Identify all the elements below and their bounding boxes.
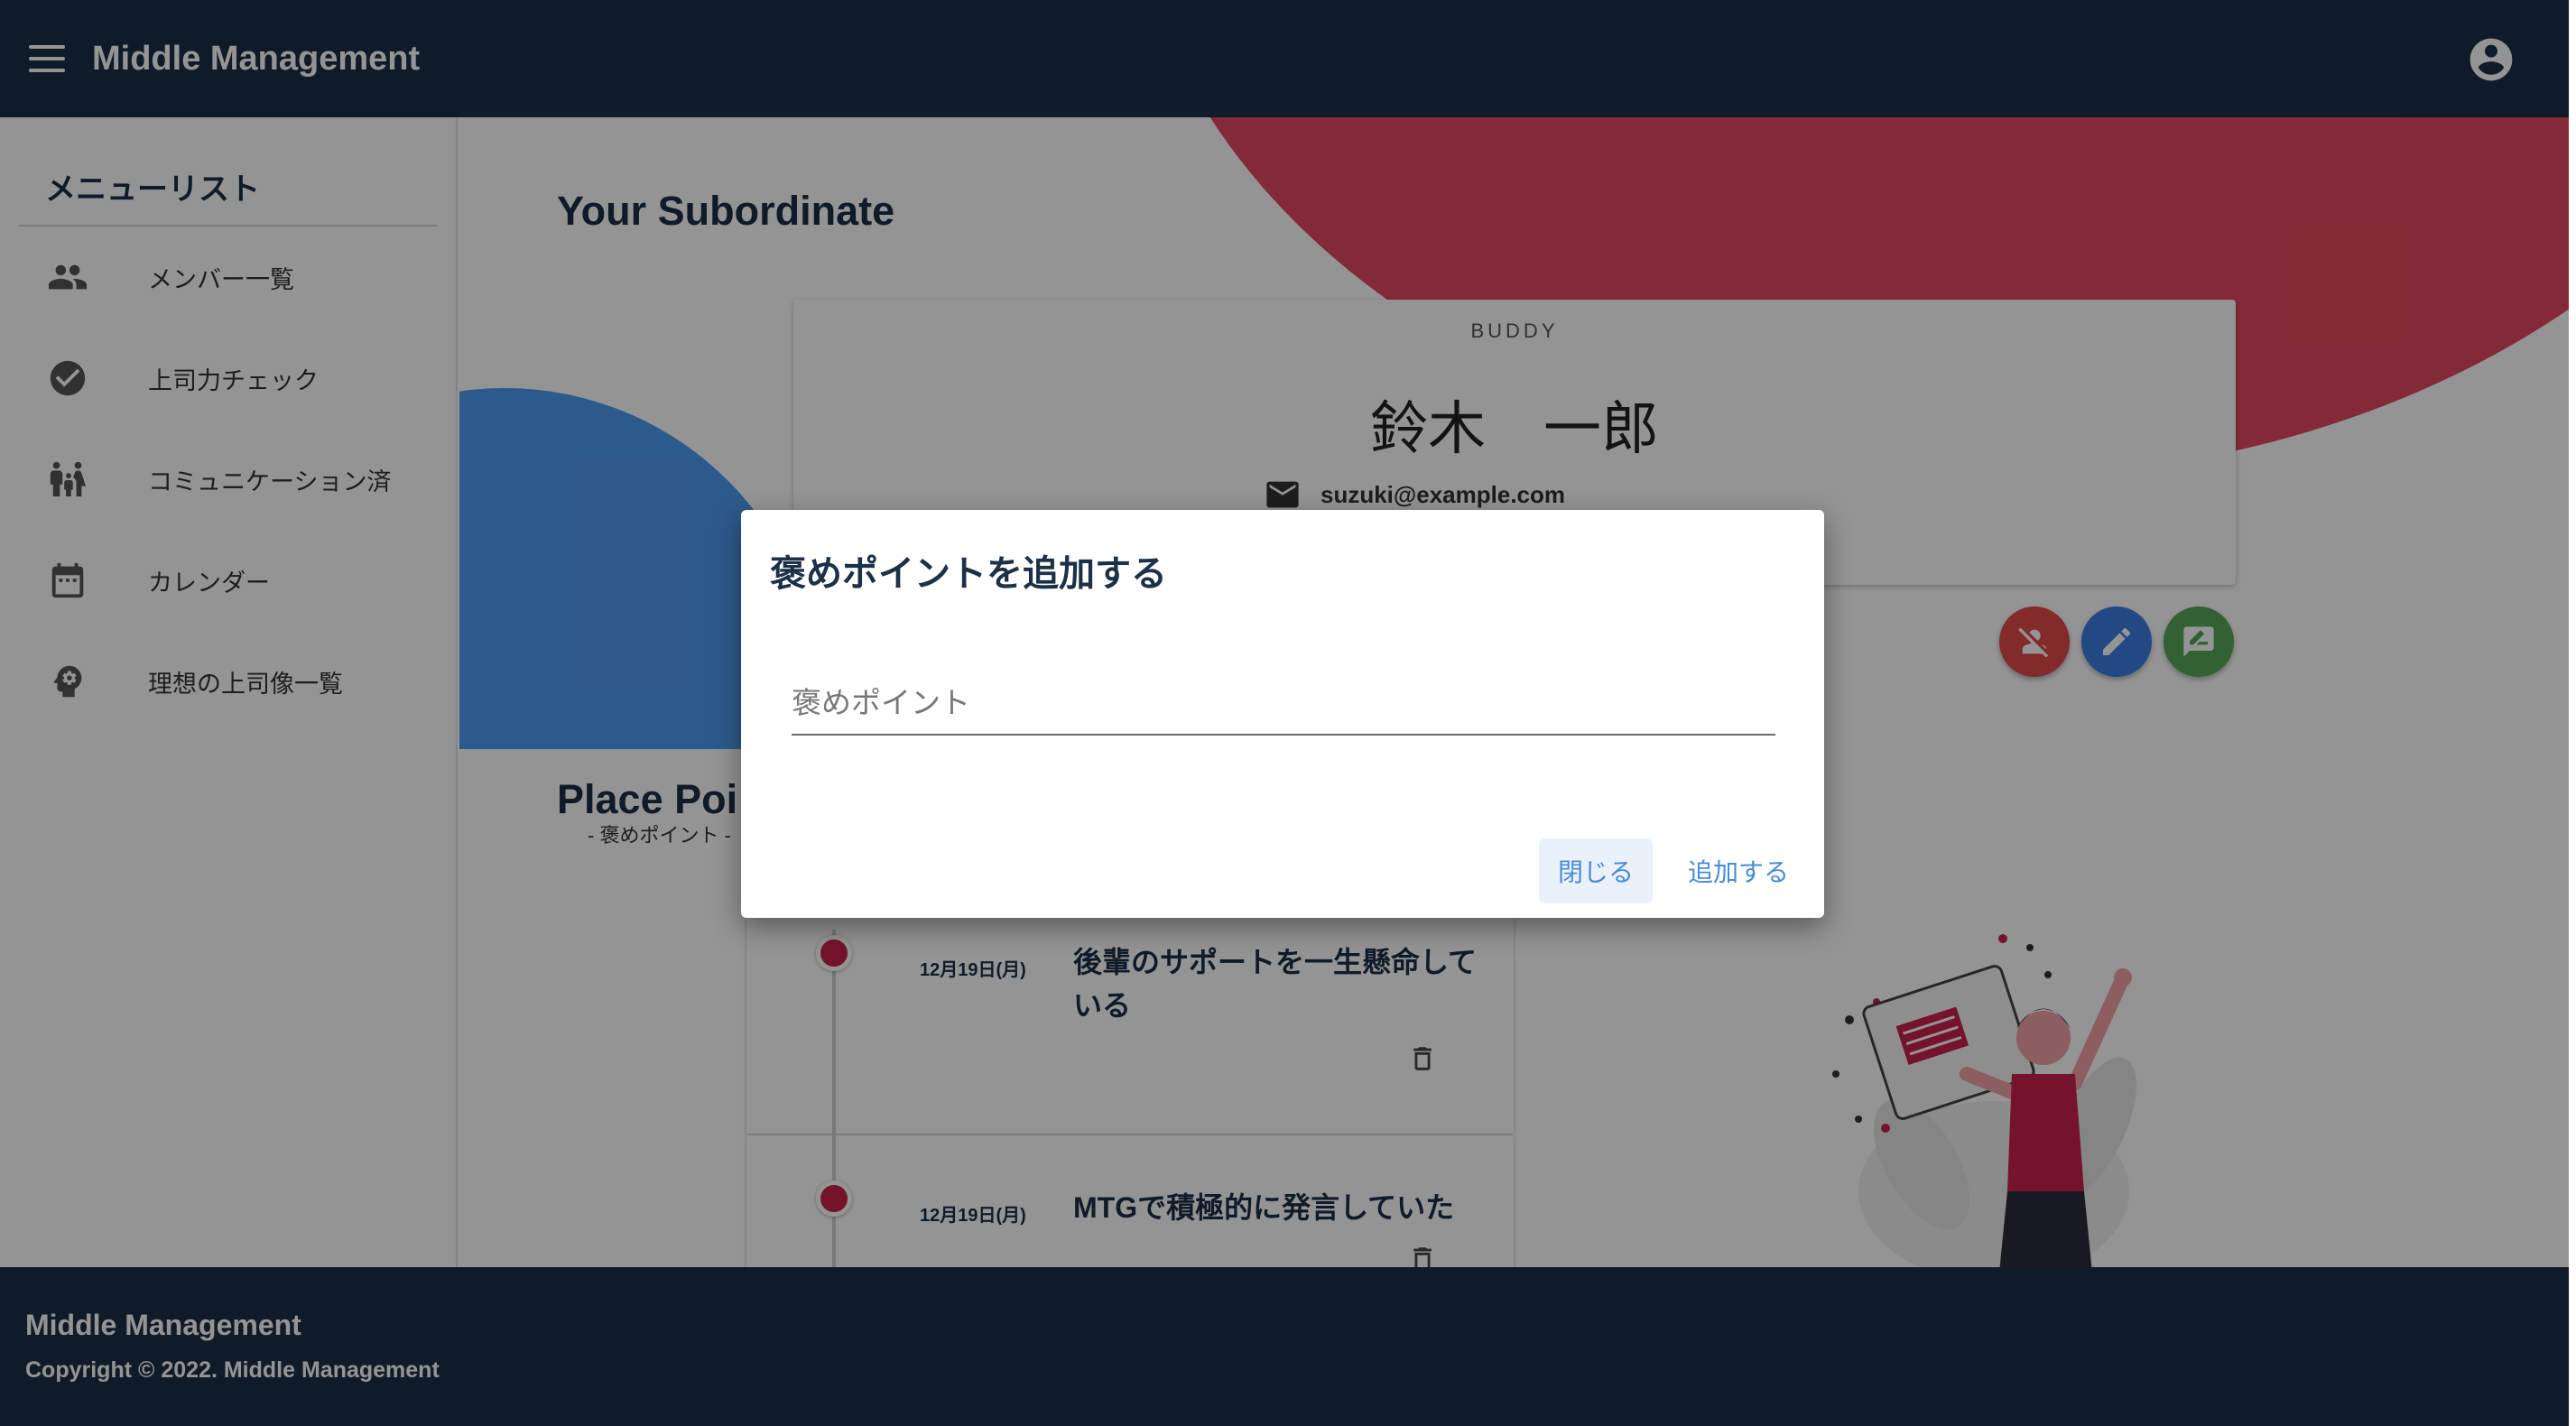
close-button[interactable]: 閉じる	[1539, 838, 1653, 903]
scrollbar-track	[2569, 0, 2576, 1426]
dialog-title: 褒めポイントを追加する	[770, 554, 1167, 594]
add-button[interactable]: 追加する	[1671, 838, 1806, 903]
point-input[interactable]	[792, 672, 1775, 736]
add-point-dialog: 褒めポイントを追加する 閉じる 追加する	[741, 510, 1824, 918]
